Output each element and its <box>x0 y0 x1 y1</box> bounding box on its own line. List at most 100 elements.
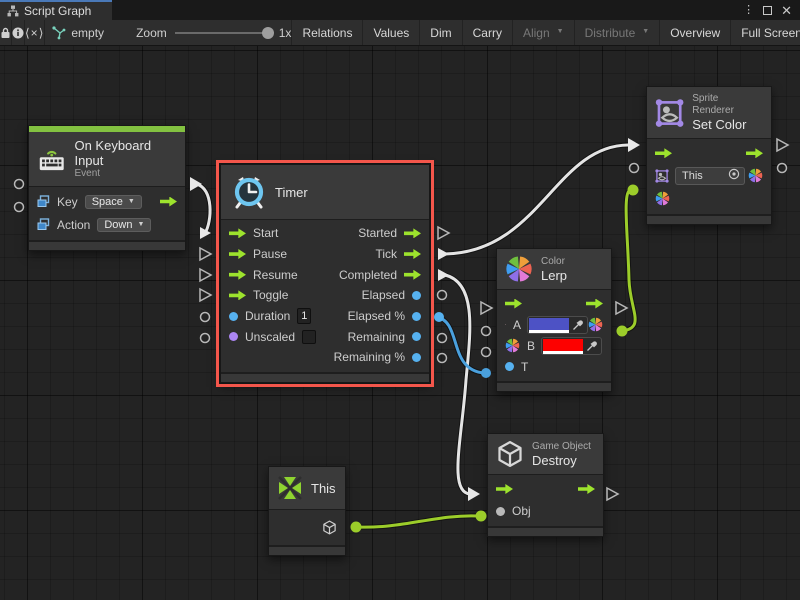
value-out-port[interactable] <box>412 353 421 362</box>
port-circle[interactable] <box>15 203 24 212</box>
port-label: A <box>513 318 521 332</box>
node-set-color[interactable]: Sprite Renderer Set Color This <box>646 86 772 225</box>
wire-this-to-destroy-obj[interactable] <box>356 516 479 527</box>
flow-out-port[interactable] <box>746 148 763 158</box>
port-remaining-pct[interactable] <box>438 354 447 363</box>
wire-completed-to-destroy[interactable] <box>445 275 470 494</box>
port-lerp-flow-in[interactable] <box>481 302 492 314</box>
port-lerp-b[interactable] <box>482 348 491 357</box>
inspect-button[interactable]: ⟨×⟩ <box>25 20 45 45</box>
flow-out-port[interactable] <box>404 228 421 238</box>
port-unscaled[interactable] <box>201 334 210 343</box>
values-button[interactable]: Values <box>363 20 420 45</box>
maximize-icon[interactable] <box>763 6 772 15</box>
port-setcolor-flow-out[interactable] <box>777 139 788 151</box>
port-start-connected[interactable] <box>200 227 211 239</box>
key-dropdown[interactable]: Space <box>85 195 142 209</box>
duration-input[interactable]: 1 <box>297 308 311 324</box>
value-out-port[interactable] <box>412 312 421 321</box>
flow-out-port[interactable] <box>404 249 421 259</box>
color-a-swatch[interactable] <box>529 318 569 331</box>
align-button[interactable]: Align <box>513 20 575 45</box>
port-elapsed-pct-connected[interactable] <box>434 312 444 322</box>
port-setcolor-target[interactable] <box>630 164 639 173</box>
port-started[interactable] <box>438 227 449 239</box>
zoom-label: Zoom <box>136 26 167 40</box>
flow-in-port[interactable] <box>229 290 246 300</box>
object-picker-icon[interactable] <box>728 168 740 183</box>
port-this-out-connected[interactable] <box>351 522 362 533</box>
flow-in-port[interactable] <box>229 228 246 238</box>
node-this[interactable]: This <box>268 466 346 556</box>
port-lerp-flow-out[interactable] <box>616 302 627 314</box>
node-timer[interactable]: Timer Start Started Pause Tick Resume Co… <box>220 164 430 383</box>
value-out-port[interactable] <box>412 291 421 300</box>
eyedropper-icon[interactable] <box>583 339 600 353</box>
target-field[interactable]: This <box>675 167 745 185</box>
color-b-field[interactable] <box>541 337 602 355</box>
node-destroy[interactable]: Game Object Destroy Obj <box>487 433 604 537</box>
flow-in-port[interactable] <box>655 148 672 158</box>
lock-button[interactable] <box>0 20 12 45</box>
relations-button[interactable]: Relations <box>292 20 363 45</box>
port-destroy-flow-out[interactable] <box>607 488 618 500</box>
member-icon <box>37 218 50 231</box>
color-a-field[interactable] <box>527 316 588 334</box>
port-elapsed[interactable] <box>438 291 447 300</box>
flow-in-port[interactable] <box>229 249 246 259</box>
flow-in-port[interactable] <box>496 484 513 494</box>
port-flow-out-connected[interactable] <box>190 177 202 191</box>
port-setcolor-flow-in-connected[interactable] <box>628 138 640 152</box>
flow-out-port[interactable] <box>578 484 595 494</box>
port-lerp-t-connected[interactable] <box>481 368 491 378</box>
color-b-swatch[interactable] <box>543 339 583 352</box>
flow-in-port[interactable] <box>229 270 246 280</box>
dim-button[interactable]: Dim <box>420 20 462 45</box>
port-setcolor-value-out[interactable] <box>778 164 787 173</box>
graph-selector[interactable]: empty Zoom 1x <box>45 20 292 45</box>
overview-button[interactable]: Overview <box>660 20 731 45</box>
value-in-port[interactable] <box>496 507 505 516</box>
port-duration[interactable] <box>201 313 210 322</box>
zoom-slider-handle[interactable] <box>262 27 274 39</box>
value-out-port[interactable] <box>412 332 421 341</box>
port-destroy-obj-connected[interactable] <box>476 511 487 522</box>
node-on-keyboard-input[interactable]: On Keyboard Input Event Key Space <box>28 125 186 251</box>
window-menu-icon[interactable]: ⋮ <box>743 5 754 16</box>
node-title: Destroy <box>532 453 591 468</box>
eyedropper-icon[interactable] <box>569 318 586 332</box>
value-in-port[interactable] <box>229 332 238 341</box>
port-completed-connected[interactable] <box>438 269 449 281</box>
full-screen-button[interactable]: Full Screen <box>731 20 800 45</box>
unscaled-checkbox[interactable] <box>302 330 316 344</box>
flow-out-port[interactable] <box>586 299 603 309</box>
distribute-button[interactable]: Distribute <box>575 20 661 45</box>
port-toggle[interactable] <box>200 289 211 301</box>
graph-canvas[interactable]: On Keyboard Input Event Key Space <box>0 46 800 600</box>
close-icon[interactable]: ✕ <box>781 4 792 17</box>
zoom-slider[interactable] <box>175 32 267 34</box>
tab-script-graph[interactable]: Script Graph <box>0 0 112 20</box>
wire-tick-to-setcolor[interactable] <box>445 145 628 254</box>
node-color-lerp[interactable]: Color Lerp A <box>496 248 612 392</box>
value-in-port[interactable] <box>505 362 514 371</box>
port-setcolor-color-connected[interactable] <box>628 185 639 196</box>
port-tick-connected[interactable] <box>438 248 449 260</box>
port-destroy-flow-in-connected[interactable] <box>468 487 480 501</box>
port-lerp-result-connected[interactable] <box>617 326 628 337</box>
wire-lerp-to-setcolor-color[interactable] <box>622 190 635 331</box>
port-remaining[interactable] <box>438 334 447 343</box>
flow-in-port[interactable] <box>505 299 522 309</box>
flow-out-port[interactable] <box>404 270 421 280</box>
wire-keyboard-to-timer-start[interactable] <box>196 184 210 233</box>
action-dropdown[interactable]: Down <box>97 218 151 232</box>
flow-out-port[interactable] <box>160 197 177 207</box>
port-pause[interactable] <box>200 248 211 260</box>
port-resume[interactable] <box>200 269 211 281</box>
port-lerp-a[interactable] <box>482 327 491 336</box>
wire-elapsed-to-lerp-t[interactable] <box>437 317 484 373</box>
carry-button[interactable]: Carry <box>463 20 513 45</box>
value-in-port[interactable] <box>229 312 238 321</box>
info-button[interactable] <box>12 20 25 45</box>
port-circle[interactable] <box>15 180 24 189</box>
